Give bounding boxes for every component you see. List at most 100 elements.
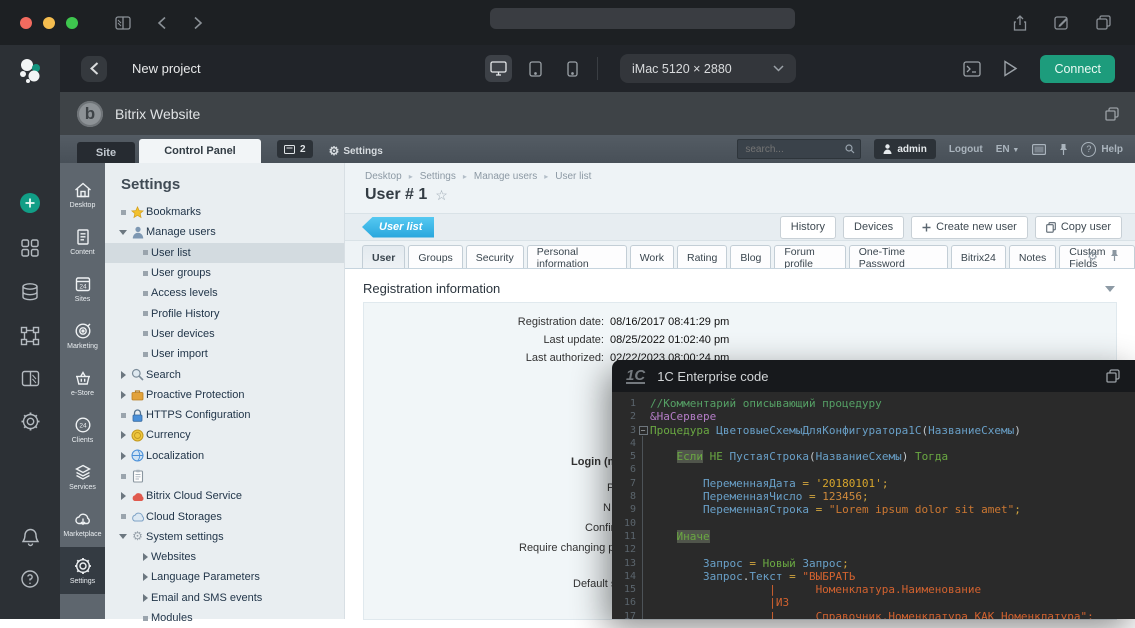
tab-settings-gear-icon[interactable]: ⚙ [1087, 249, 1098, 263]
compose-icon[interactable] [1054, 15, 1069, 30]
breadcrumb-link[interactable]: User list [555, 171, 591, 182]
expand-icon[interactable] [139, 573, 151, 581]
breadcrumb-link[interactable]: Manage users [474, 171, 537, 182]
expand-icon[interactable] [139, 553, 151, 561]
help-link[interactable]: ? Help [1081, 142, 1123, 157]
back-to-user-list-button[interactable]: User list [362, 217, 434, 238]
terminal-icon[interactable] [963, 61, 981, 77]
tab-bitrix24[interactable]: Bitrix24 [951, 245, 1006, 269]
create-new-user-button[interactable]: Create new user [911, 216, 1028, 239]
expand-icon[interactable] [139, 594, 151, 602]
close-button[interactable] [20, 17, 32, 29]
onec-titlebar[interactable]: 1С 1C Enterprise code [612, 360, 1135, 392]
breadcrumb-link[interactable]: Desktop [365, 171, 402, 182]
sidebar-item-sites[interactable]: 24Sites [60, 265, 105, 312]
code-editor[interactable]: 1//Комментарий описывающий процедуру2&На… [612, 392, 1135, 619]
add-button[interactable] [19, 192, 41, 214]
address-bar[interactable] [490, 8, 795, 29]
tree-item-email-and-sms-events[interactable]: Email and SMS events [105, 588, 344, 608]
current-user-button[interactable]: admin [874, 139, 935, 159]
tree-item-user-list[interactable]: User list [105, 243, 344, 263]
zoom-button[interactable] [66, 17, 78, 29]
history-button[interactable]: History [780, 216, 836, 239]
tab-rating[interactable]: Rating [677, 245, 727, 269]
tree-item-modules[interactable]: Modules [105, 608, 344, 628]
share-icon[interactable] [1013, 15, 1027, 31]
tree-item-websites[interactable]: Websites [105, 547, 344, 567]
blocks-icon[interactable] [20, 238, 40, 258]
sidebar-item-marketing[interactable]: Marketing [60, 312, 105, 359]
sidebar-item-services[interactable]: Services [60, 453, 105, 500]
favorite-star-icon[interactable]: ☆ [435, 187, 448, 204]
panel-icon[interactable] [21, 370, 40, 387]
display-icon[interactable] [1032, 144, 1046, 155]
tree-item-bitrix-cloud-service[interactable]: Bitrix Cloud Service [105, 486, 344, 506]
tree-item-cloud-storages[interactable]: Cloud Storages [105, 506, 344, 526]
desktop-device-button[interactable] [485, 55, 512, 82]
tab-forum-profile[interactable]: Forum profile [774, 245, 845, 269]
selection-frame-icon[interactable] [20, 326, 40, 346]
tree-item-proactive-protection[interactable]: Proactive Protection [105, 385, 344, 405]
tree-item-user-import[interactable]: User import [105, 344, 344, 364]
tab-pin-icon[interactable] [1110, 249, 1119, 263]
sidebar-item-clients[interactable]: 24Clients [60, 406, 105, 453]
run-icon[interactable] [1003, 60, 1018, 77]
help-icon[interactable] [20, 569, 40, 589]
sidebar-item-desktop[interactable]: Desktop [60, 171, 105, 218]
breadcrumb-link[interactable]: Settings [420, 171, 456, 182]
minimize-button[interactable] [43, 17, 55, 29]
tree-item-profile-history[interactable]: Profile History [105, 303, 344, 323]
window-copy-icon[interactable] [1105, 107, 1119, 121]
tree-item-https-configuration[interactable]: HTTPS Configuration [105, 405, 344, 425]
logout-link[interactable]: Logout [949, 144, 983, 155]
sidebar-item-e-store[interactable]: e-Store [60, 359, 105, 406]
copy-code-icon[interactable] [1106, 369, 1120, 383]
tree-item-manage-users[interactable]: Manage users [105, 222, 344, 242]
tablet-device-button[interactable] [522, 55, 549, 82]
sidebar-toggle-icon[interactable] [115, 16, 131, 30]
settings-quick-link[interactable]: ⚙ Settings [329, 144, 383, 158]
tree-item-currency[interactable]: Currency [105, 425, 344, 445]
gear-icon[interactable] [20, 411, 41, 432]
language-select[interactable]: EN ▼ [996, 144, 1020, 155]
collapse-icon[interactable] [117, 230, 129, 235]
expand-icon[interactable] [117, 492, 129, 500]
tab-personal-information[interactable]: Personal information [527, 245, 627, 269]
admin-search[interactable] [737, 139, 861, 159]
tabs-icon[interactable] [1096, 15, 1111, 30]
tree-item-search[interactable]: Search [105, 364, 344, 384]
tab-security[interactable]: Security [466, 245, 524, 269]
expand-icon[interactable] [117, 452, 129, 460]
devices-button[interactable]: Devices [843, 216, 904, 239]
tree-item-user-devices[interactable]: User devices [105, 324, 344, 344]
database-icon[interactable] [20, 282, 40, 302]
tab-user[interactable]: User [362, 245, 405, 269]
collapse-section-icon[interactable] [1105, 286, 1115, 292]
project-back-button[interactable] [81, 56, 107, 82]
expand-icon[interactable] [117, 391, 129, 399]
sidebar-item-marketplace[interactable]: Marketplace [60, 500, 105, 547]
expand-icon[interactable] [117, 431, 129, 439]
tab-work[interactable]: Work [630, 245, 674, 269]
back-icon[interactable] [157, 16, 167, 30]
tree-item-language-parameters[interactable]: Language Parameters [105, 567, 344, 587]
tree-item-bookmarks[interactable]: Bookmarks [105, 202, 344, 222]
device-preset-select[interactable]: iMac 5120 × 2880 [620, 54, 796, 83]
tab-one-time-password[interactable]: One-Time Password [849, 245, 948, 269]
fold-collapse-icon[interactable]: − [636, 424, 650, 437]
pin-icon[interactable] [1059, 143, 1068, 156]
phone-device-button[interactable] [559, 55, 586, 82]
tab-blog[interactable]: Blog [730, 245, 771, 269]
tree-item-user-groups[interactable]: User groups [105, 263, 344, 283]
tree-item-system-settings[interactable]: ⚙System settings [105, 527, 344, 547]
collapse-icon[interactable] [117, 534, 129, 539]
search-input[interactable] [743, 143, 845, 156]
forward-icon[interactable] [193, 16, 203, 30]
tree-item-unnamed[interactable] [105, 466, 344, 486]
tree-item-localization[interactable]: Localization [105, 446, 344, 466]
copy-user-button[interactable]: Copy user [1035, 216, 1122, 239]
tab-groups[interactable]: Groups [408, 245, 462, 269]
sidebar-item-content[interactable]: Content [60, 218, 105, 265]
sidebar-item-settings[interactable]: Settings [60, 547, 105, 594]
expand-icon[interactable] [117, 371, 129, 379]
